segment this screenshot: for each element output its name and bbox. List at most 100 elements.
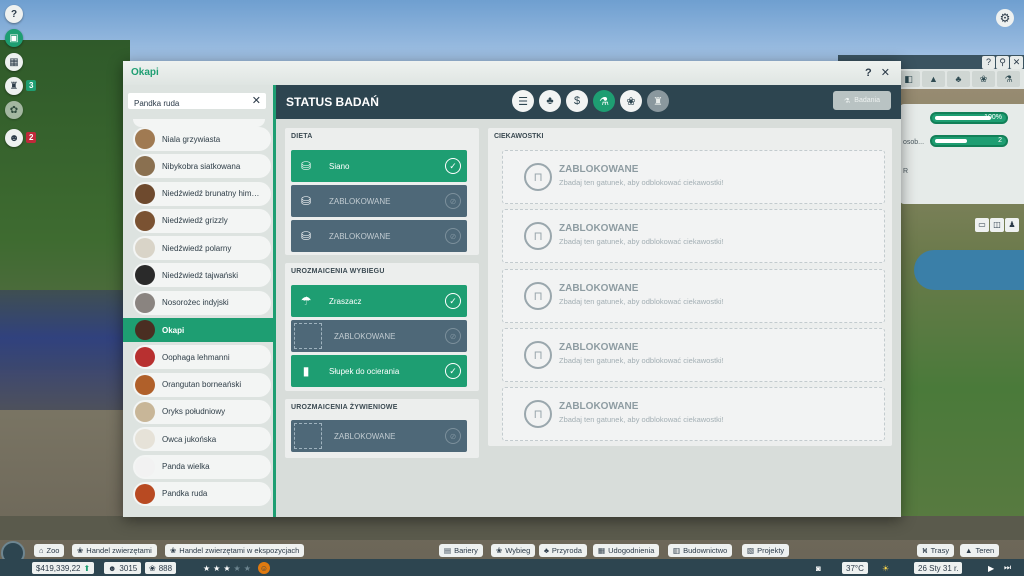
camera-icon[interactable]: ◙ bbox=[816, 562, 821, 574]
list-item[interactable]: Nibykobra siatkowana bbox=[133, 154, 271, 179]
worker-icon[interactable]: ☻ 2 bbox=[5, 129, 37, 147]
animal-avatar bbox=[135, 129, 155, 149]
build-menu-label: Budownictwo bbox=[683, 546, 728, 555]
research-category-tabs: ☰ ♣ $ ⚗ ❀ ♜ bbox=[512, 90, 669, 112]
lock-icon: ⊘ bbox=[445, 228, 461, 244]
item-label: ZABLOKOWANE bbox=[329, 231, 391, 241]
location-icon[interactable]: ⚲ bbox=[996, 56, 1009, 69]
list-item[interactable]: Niala grzywiasta bbox=[133, 127, 271, 151]
money-display[interactable]: $419,339,22 ⬆ bbox=[32, 562, 95, 574]
notification-badge: 2 bbox=[26, 132, 37, 143]
build-menu-button[interactable]: ♣ Przyroda bbox=[539, 544, 587, 557]
lock-icon: ⊓ bbox=[524, 340, 552, 369]
animal-avatar bbox=[135, 265, 155, 286]
build-menu-button[interactable]: ▤ Bariery bbox=[439, 544, 483, 557]
map-icon[interactable]: ▣ bbox=[5, 29, 23, 47]
play-icon[interactable]: ▶ bbox=[988, 562, 994, 574]
species-list: Niala grzywiasta Nibykobra siatkowana Nied… bbox=[123, 127, 273, 509]
trivia-card-desc: Zbadaj ten gatunek, aby odblokować cieka… bbox=[559, 237, 724, 247]
animals-display[interactable]: ❀ 888 bbox=[145, 562, 177, 574]
tree-icon[interactable]: ♣ bbox=[539, 90, 561, 112]
build-menu-button[interactable]: ▥ Budownictwo bbox=[668, 544, 733, 557]
person-icon[interactable]: ♟ bbox=[1005, 218, 1019, 232]
trivia-card-desc: Zbadaj ten gatunek, aby odblokować cieka… bbox=[559, 178, 724, 187]
unlocked-item[interactable]: ☂ Zraszacz ✓ bbox=[291, 285, 467, 317]
background-water bbox=[914, 250, 1024, 290]
page-title: STATUS BADAŃ bbox=[286, 95, 379, 109]
background-crowd bbox=[0, 290, 125, 410]
zoo-rating[interactable]: ★ ★ ★ ★ ★ bbox=[203, 562, 251, 574]
list-item-label: Niedźwiedź tajwański bbox=[162, 270, 239, 280]
sun-icon: ☀ bbox=[882, 563, 890, 573]
list-item-label: Nibykobra siatkowana bbox=[162, 161, 241, 171]
build-menu-button[interactable]: ❀ Handel zwierzętami w ekspozycjach bbox=[165, 544, 305, 557]
sprinkler-icon: ☂ bbox=[300, 294, 312, 308]
window-controls[interactable]: ? ✕ bbox=[865, 66, 893, 79]
money-bag-icon[interactable]: $ bbox=[566, 90, 588, 112]
camera-icon[interactable]: ▭ bbox=[975, 218, 989, 232]
flask-icon[interactable]: ⚗ bbox=[593, 90, 615, 112]
list-item[interactable]: Okapi bbox=[123, 318, 273, 343]
build-menu-button[interactable]: ▦ Udogodnienia bbox=[593, 544, 660, 557]
close-icon[interactable]: ✕ bbox=[1010, 56, 1023, 69]
list-item[interactable]: Oryks południowy bbox=[133, 399, 271, 424]
help-icon[interactable]: ? bbox=[5, 5, 23, 23]
paw-icon[interactable]: ❀ bbox=[620, 90, 642, 112]
trophy-icon[interactable]: ♜ 3 bbox=[5, 77, 37, 95]
list-item[interactable]: Nosorożec indyjski bbox=[133, 290, 271, 315]
research-button[interactable]: ⚗ Badania bbox=[833, 91, 891, 110]
trophy-icon[interactable]: ♜ bbox=[647, 90, 669, 112]
calendar-icon[interactable]: ▦ bbox=[5, 53, 23, 71]
build-menu-button[interactable]: ❀ Wybieg bbox=[491, 544, 536, 557]
build-menu-button[interactable]: ▧ Projekty bbox=[742, 544, 790, 557]
list-item[interactable]: Panda wielka bbox=[133, 454, 271, 479]
build-menu-button[interactable]: ❀ Handel zwierzętami bbox=[72, 544, 157, 557]
status-bar: $419,339,22 ⬆ ☻ 3015 ❀ 888 ★ ★ ★ ★ ★ ☺ ◙ 37°C ☀… bbox=[0, 559, 1024, 576]
search-input[interactable] bbox=[128, 95, 246, 112]
locked-item[interactable]: ⛁ ZABLOKOWANE ⊘ bbox=[291, 185, 467, 217]
star-icon: ★ bbox=[243, 563, 251, 573]
background-ground bbox=[0, 516, 1024, 540]
help-icon[interactable]: ? bbox=[982, 56, 995, 69]
fast-forward-icon[interactable]: ⏭ bbox=[1004, 562, 1011, 574]
settings-gear-icon[interactable]: ⚙ bbox=[996, 9, 1014, 27]
tab-icon[interactable]: ▲ bbox=[922, 71, 945, 87]
list-item[interactable]: Owca jukońska bbox=[133, 427, 271, 452]
list-item[interactable] bbox=[133, 119, 265, 127]
unlocked-item[interactable]: ▮ Słupek do ocierania ✓ bbox=[291, 355, 467, 387]
tab-icon[interactable]: ⚗ bbox=[997, 71, 1020, 87]
locked-item[interactable]: ZABLOKOWANE ⊘ bbox=[291, 320, 467, 352]
menu-icon: ⛕ bbox=[922, 545, 928, 555]
tab-icon[interactable]: ♣ bbox=[947, 71, 970, 87]
list-item[interactable]: Niedźwiedź brunatny himal... bbox=[133, 181, 271, 206]
window-title-bar[interactable]: Okapi ? ✕ bbox=[123, 61, 901, 85]
list-item[interactable]: Niedźwiedź polarny bbox=[133, 236, 271, 261]
food-bowl-icon: ⛁ bbox=[300, 229, 312, 243]
clipboard-icon[interactable]: ☰ bbox=[512, 90, 534, 112]
research-button-label: Badania bbox=[854, 97, 880, 104]
clear-search-icon[interactable]: ✕ bbox=[252, 94, 261, 107]
tab-icon[interactable]: ❀ bbox=[972, 71, 995, 87]
locked-item[interactable]: ZABLOKOWANE ⊘ bbox=[291, 420, 467, 452]
build-menu-button[interactable]: ⌂ Zoo bbox=[34, 544, 65, 557]
build-menu-button[interactable]: ⛕ Trasy bbox=[917, 544, 955, 557]
unlocked-item[interactable]: ⛁ Siano ✓ bbox=[291, 150, 467, 182]
list-item-label: Nosorożec indyjski bbox=[162, 298, 229, 308]
toggle-icon[interactable]: ◫ bbox=[990, 218, 1004, 232]
species-window: Okapi ? ✕ ✕ Niala grzywiasta Nibykobra si… bbox=[123, 61, 901, 517]
list-item[interactable]: Pandka ruda bbox=[133, 481, 271, 506]
mood-icon[interactable]: ☺ bbox=[258, 562, 270, 574]
research-content: STATUS BADAŃ ☰ ♣ $ ⚗ ❀ ♜ ⚗ Badania DIETA ⛁ Sian… bbox=[273, 85, 901, 517]
list-item[interactable]: Niedźwiedź grizzly bbox=[133, 208, 271, 233]
empty-slot-icon bbox=[294, 323, 322, 349]
locked-item[interactable]: ⛁ ZABLOKOWANE ⊘ bbox=[291, 220, 467, 252]
diet-panel: DIETA ⛁ Siano ✓ ⛁ ZABLOKOWANE ⊘ ⛁ ZABLOKOWANE ⊘ bbox=[285, 128, 479, 255]
build-menu-button[interactable]: ▲ Teren bbox=[960, 544, 1000, 557]
gear-icon[interactable]: ✿ bbox=[5, 101, 23, 119]
checkmark-icon: ✓ bbox=[445, 158, 461, 174]
list-item[interactable]: Niedźwiedź tajwański bbox=[133, 263, 271, 288]
guests-display[interactable]: ☻ 3015 bbox=[104, 562, 142, 574]
list-item[interactable]: Orangutan borneański bbox=[133, 372, 271, 397]
list-item[interactable]: Oophaga lehmanni bbox=[133, 345, 271, 370]
animal-avatar bbox=[135, 483, 155, 504]
